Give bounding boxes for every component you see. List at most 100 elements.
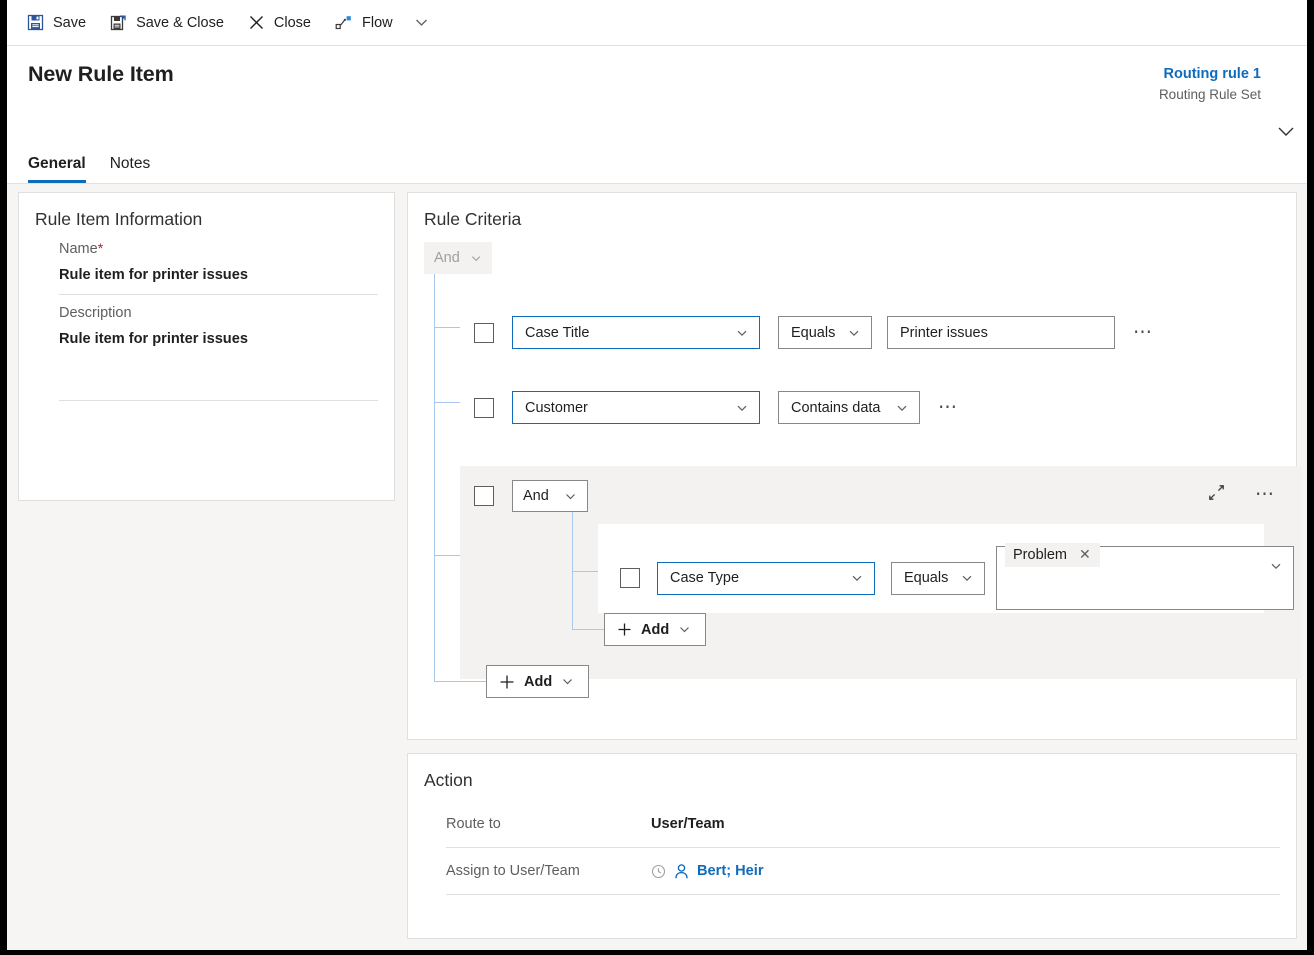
rule-item-fields: Name* Rule item for printer issues Descr… <box>19 230 394 401</box>
chevron-down-icon <box>1271 563 1281 570</box>
header-expand-button[interactable] <box>1275 120 1297 147</box>
routing-rule-subtitle: Routing Rule Set <box>1158 87 1261 102</box>
person-icon <box>675 863 688 878</box>
criteria-group: And ⋯ Case Type Equals Problem ✕ Add <box>460 466 1302 679</box>
criteria-group-row-card: Case Type Equals Problem ✕ <box>598 524 1294 613</box>
criteria-attribute-value: Case Type <box>670 570 740 586</box>
criteria-value-chip-label: Problem <box>1013 546 1067 563</box>
criteria-group-collapse-button[interactable] <box>1208 484 1225 506</box>
criteria-attribute-select[interactable]: Case Title <box>512 316 760 349</box>
description-field-value[interactable]: Rule item for printer issues <box>59 331 378 358</box>
description-field-label: Description <box>59 305 132 321</box>
tab-notes-label: Notes <box>109 155 151 172</box>
criteria-value-input[interactable]: Printer issues <box>887 316 1115 349</box>
action-divider-bottom <box>446 894 1280 895</box>
flow-button[interactable]: Flow <box>323 6 405 40</box>
description-field-underline <box>59 400 378 401</box>
criteria-row-more-button[interactable]: ⋯ <box>1129 323 1158 342</box>
root-logic-operator: And <box>424 242 492 274</box>
criteria-add-button[interactable]: Add <box>486 665 590 698</box>
action-fields: Route to User/Team Assign to User/Team B… <box>408 801 1296 895</box>
chevron-down-icon <box>415 19 427 26</box>
assign-to-lookup[interactable]: Bert; Heir <box>651 863 764 880</box>
group-add-button[interactable]: Add <box>604 613 707 646</box>
tree-branch-line-2 <box>434 402 460 403</box>
criteria-attribute-select[interactable]: Customer <box>512 391 760 424</box>
rule-criteria-card: Rule Criteria And Case Title Equals Prin… <box>407 192 1302 740</box>
rule-criteria-title: Rule Criteria <box>424 209 522 229</box>
criteria-attribute-select[interactable]: Case Type <box>657 561 875 595</box>
right-column: Rule Criteria And Case Title Equals Prin… <box>407 192 1302 950</box>
chevron-down-icon <box>852 575 862 582</box>
save-icon <box>27 14 44 31</box>
criteria-add-button-label: Add <box>524 673 553 690</box>
chevron-down-icon <box>563 679 573 685</box>
close-button[interactable]: Close <box>236 6 323 40</box>
criteria-operator-value: Equals <box>791 324 836 341</box>
criteria-value-text: Printer issues <box>900 324 988 341</box>
tree-branch-line-add <box>434 681 486 682</box>
criteria-operator-value: Equals <box>904 570 949 586</box>
name-field-label: Name* <box>59 240 378 257</box>
description-field: Description Rule item for printer issues <box>59 295 378 400</box>
save-and-close-button[interactable]: Save & Close <box>98 6 236 40</box>
tree-trunk-line <box>434 274 435 681</box>
tab-general[interactable]: General <box>28 155 86 183</box>
save-button[interactable]: Save <box>15 6 98 40</box>
assign-to-value: Bert; Heir <box>697 863 764 879</box>
command-bar: Save Save & Close Close Flow <box>7 0 1307 46</box>
plus-icon <box>500 675 514 688</box>
tree-branch-line-3 <box>434 555 460 556</box>
page-title: New Rule Item <box>28 62 174 86</box>
criteria-value-multiselect[interactable]: Problem ✕ <box>996 543 1294 610</box>
header-context: Routing rule 1 Routing Rule Set <box>1159 64 1261 105</box>
tab-notes[interactable]: Notes <box>110 155 151 183</box>
criteria-attribute-value: Customer <box>525 399 588 416</box>
rule-item-information-title: Rule Item Information <box>35 209 203 229</box>
criteria-value-dropdown-button[interactable] <box>1269 559 1283 578</box>
assign-to-label: Assign to User/Team <box>446 863 580 879</box>
criteria-operator-select[interactable]: Equals <box>891 561 985 595</box>
chevron-down-icon <box>566 493 575 499</box>
criteria-operator-select[interactable]: Contains data <box>778 391 920 424</box>
criteria-group-checkbox[interactable] <box>474 486 494 506</box>
close-x-icon[interactable]: ✕ <box>1079 546 1091 563</box>
table-row: Case Type Equals Problem ✕ <box>620 543 1307 610</box>
name-field: Name* Rule item for printer issues <box>59 230 378 295</box>
root-logic-operator-label: And <box>434 250 460 266</box>
route-to-value[interactable]: User/Team <box>651 816 725 832</box>
criteria-operator-select[interactable]: Equals <box>778 316 872 349</box>
routing-rule-link[interactable]: Routing rule 1 <box>1159 64 1261 85</box>
rule-item-information-card: Rule Item Information Name* Rule item fo… <box>18 192 395 501</box>
table-row: Case Title Equals Printer issues ⋯ <box>474 316 1158 349</box>
save-button-label: Save <box>53 14 87 31</box>
collapse-diagonal-icon <box>1209 485 1224 500</box>
flow-icon <box>335 14 353 31</box>
table-row: Customer Contains data ⋯ <box>474 391 963 424</box>
criteria-row-checkbox[interactable] <box>620 568 640 588</box>
close-button-label: Close <box>273 14 311 31</box>
route-to-row: Route to User/Team <box>408 801 1296 847</box>
close-x-icon <box>248 14 265 31</box>
criteria-row-checkbox[interactable] <box>474 397 494 418</box>
form-tabs: General Notes <box>28 155 150 183</box>
criteria-row-more-button[interactable]: ⋯ <box>934 398 963 417</box>
flow-button-label: Flow <box>362 14 393 31</box>
chevron-down-icon <box>737 330 747 336</box>
form-header: New Rule Item Routing rule 1 Routing Rul… <box>7 46 1307 184</box>
group-branch-line-add <box>572 629 604 630</box>
command-bar-overflow-button[interactable] <box>405 6 438 40</box>
form-body: Rule Item Information Name* Rule item fo… <box>7 184 1307 950</box>
chevron-down-icon <box>737 405 747 411</box>
plus-icon <box>618 623 631 636</box>
tree-branch-line-1 <box>434 327 460 328</box>
chevron-down-icon <box>962 575 972 582</box>
criteria-row-checkbox[interactable] <box>474 322 494 343</box>
app-window: Save Save & Close Close Flow New Rule It… <box>7 0 1307 950</box>
name-field-value[interactable]: Rule item for printer issues <box>59 267 378 294</box>
group-logic-operator[interactable]: And <box>512 480 588 512</box>
criteria-group-more-button[interactable]: ⋯ <box>1251 485 1280 504</box>
criteria-attribute-value: Case Title <box>525 324 590 341</box>
required-asterisk: * <box>97 240 104 256</box>
action-title: Action <box>424 770 473 790</box>
